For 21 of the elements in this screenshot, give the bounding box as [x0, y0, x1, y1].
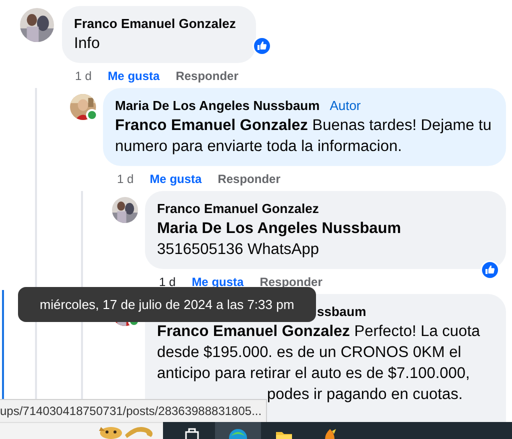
author-label: Autor: [330, 97, 361, 115]
author-name[interactable]: Franco Emanuel Gonzalez: [74, 15, 236, 33]
reply-link[interactable]: Responder: [176, 69, 238, 83]
comment-text: Franco Emanuel Gonzalez Buenas tardes! Dejame tu numero para enviarte toda la informacion.: [115, 116, 492, 157]
date-tooltip: miércoles, 17 de julio de 2024 a las 7:33 pm: [18, 287, 316, 322]
timestamp-link[interactable]: 1 d: [117, 172, 134, 186]
author-name[interactable]: Maria De Los Angeles Nussbaum: [115, 97, 320, 115]
author-name[interactable]: ssbaum: [317, 303, 366, 321]
reply-link[interactable]: Responder: [218, 172, 280, 186]
like-reaction-icon[interactable]: [252, 36, 272, 56]
status-bar-url: ups/714030418750731/posts/28363988831805...: [0, 399, 267, 423]
comment-text: Maria De Los Angeles Nussbaum 3516505136 WhatsApp: [157, 219, 402, 260]
like-reaction-icon[interactable]: [480, 260, 500, 280]
timestamp-link[interactable]: 1 d: [75, 69, 92, 83]
reply-link[interactable]: Responder: [260, 275, 322, 289]
comment-text: Info: [74, 34, 101, 54]
like-link[interactable]: Me gusta: [108, 69, 160, 83]
author-name[interactable]: Franco Emanuel Gonzalez: [157, 200, 319, 218]
like-link[interactable]: Me gusta: [150, 172, 202, 186]
timestamp-link[interactable]: 1 d: [159, 275, 176, 289]
comment-text: podes ir pagando en cuotas.: [267, 385, 464, 405]
